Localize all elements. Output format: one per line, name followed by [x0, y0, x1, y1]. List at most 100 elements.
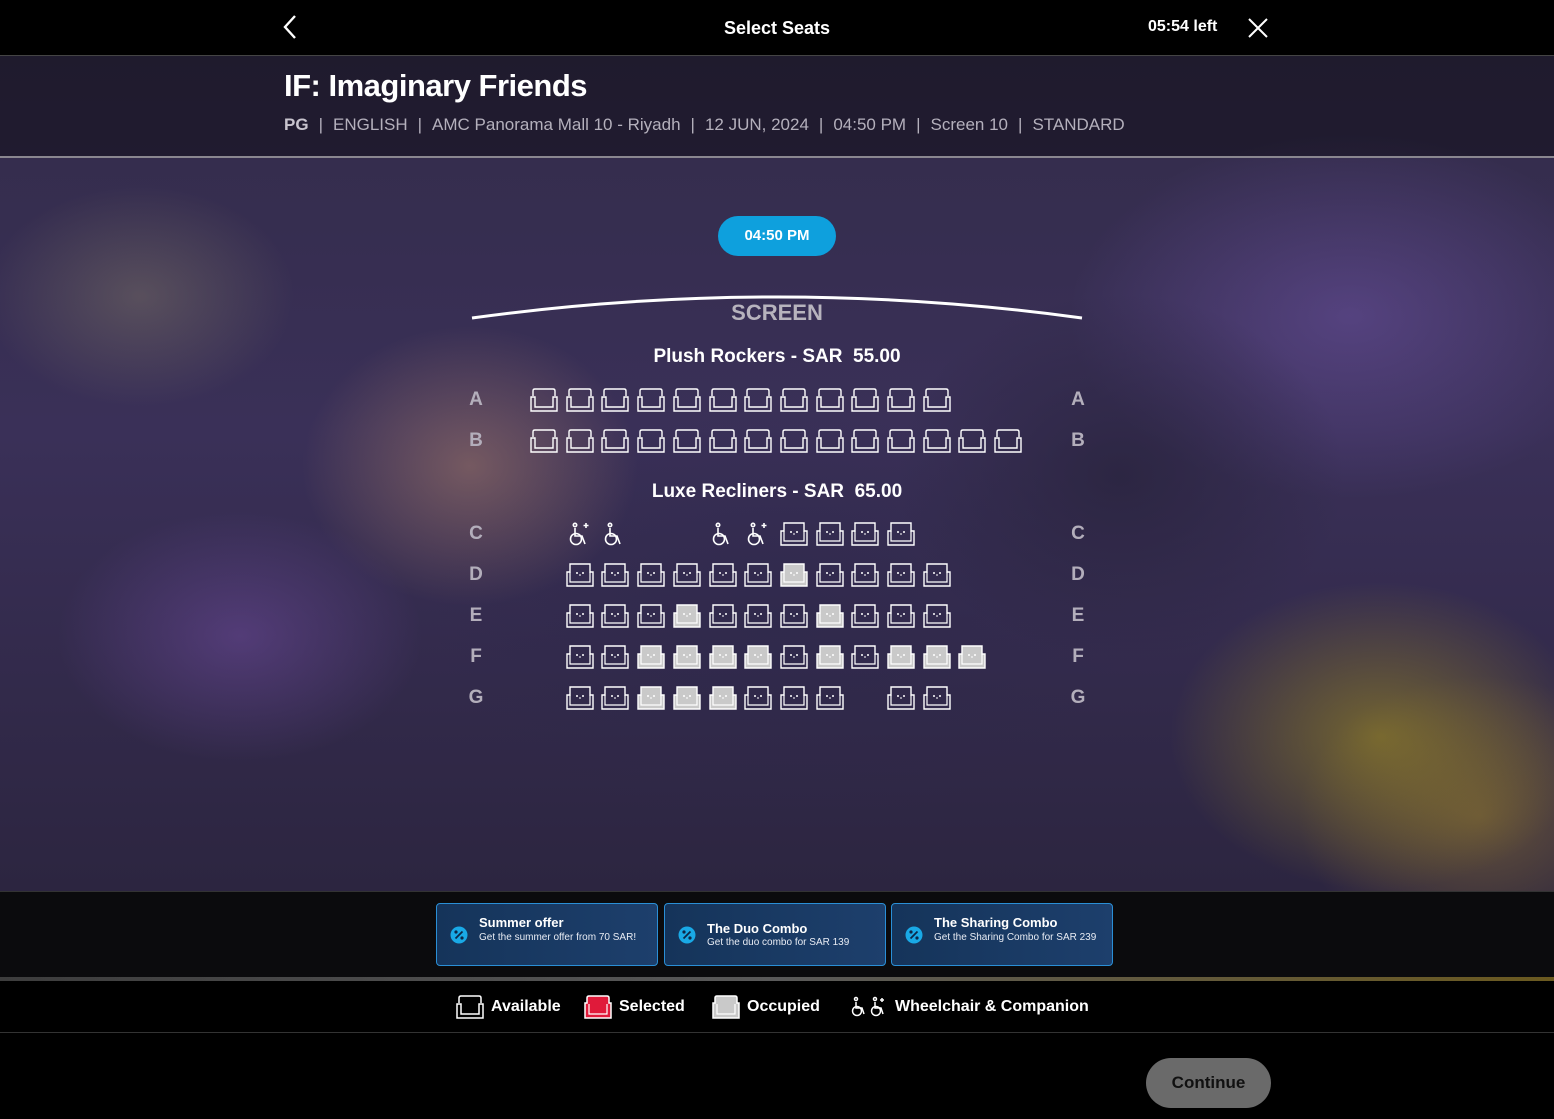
- row-label-left: E: [469, 605, 483, 626]
- seat-wheelchair-companion-C7[interactable]: [743, 521, 773, 547]
- offer-title: The Sharing Combo: [934, 915, 1058, 930]
- seat-available-A8[interactable]: [779, 387, 809, 413]
- seat-available-B6[interactable]: [708, 428, 738, 454]
- seat-available-B1[interactable]: [529, 428, 559, 454]
- seat-available-A12[interactable]: [922, 387, 952, 413]
- seat-icon: [780, 388, 808, 412]
- section-name: Luxe Recliners -: [651, 481, 804, 502]
- seat-icon: [601, 563, 629, 587]
- seat-available-C10[interactable]: [850, 521, 880, 547]
- seat-available-D9[interactable]: [815, 562, 845, 588]
- seat-available-E12[interactable]: [922, 603, 952, 629]
- seat-available-E10[interactable]: [850, 603, 880, 629]
- seat-available-A1[interactable]: [529, 387, 559, 413]
- wheelchair-icon: [604, 522, 621, 546]
- seat-available-B8[interactable]: [779, 428, 809, 454]
- seat-available-D10[interactable]: [850, 562, 880, 588]
- seat-available-G12[interactable]: [922, 685, 952, 711]
- seat-available-G9[interactable]: [815, 685, 845, 711]
- seat-occupied-F12: [922, 644, 952, 670]
- seat-icon: [851, 522, 879, 546]
- seat-available-D2[interactable]: [565, 562, 595, 588]
- seat-available-B9[interactable]: [815, 428, 845, 454]
- seat-occupied-F6: [708, 644, 738, 670]
- seat-icon: [816, 645, 844, 669]
- seat-available-A9[interactable]: [815, 387, 845, 413]
- seat-icon: [709, 563, 737, 587]
- seat-available-A7[interactable]: [743, 387, 773, 413]
- legend-selected: Selected: [583, 995, 685, 1019]
- seat-available-A11[interactable]: [886, 387, 916, 413]
- page-title: Select Seats: [723, 18, 831, 38]
- seat-available-A2[interactable]: [565, 387, 595, 413]
- offer-card-sharing-combo[interactable]: The Sharing Combo Get the Sharing Combo …: [891, 903, 1113, 966]
- seat-available-B14[interactable]: [993, 428, 1023, 454]
- seat-available-D12[interactable]: [922, 562, 952, 588]
- seat-available-A6[interactable]: [708, 387, 738, 413]
- continue-button[interactable]: Continue: [1146, 1058, 1271, 1108]
- seat-available-B3[interactable]: [600, 428, 630, 454]
- seat-available-D7[interactable]: [743, 562, 773, 588]
- seat-available-G2[interactable]: [565, 685, 595, 711]
- seat-available-B11[interactable]: [886, 428, 916, 454]
- seat-occupied-G6: [708, 685, 738, 711]
- seat-available-A4[interactable]: [636, 387, 666, 413]
- seat-wheelchair-companion-C2[interactable]: [565, 521, 595, 547]
- seat-available-B12[interactable]: [922, 428, 952, 454]
- seat-icon: [673, 686, 701, 710]
- section-name: Plush Rockers -: [653, 346, 803, 367]
- seat-icon: [851, 604, 879, 628]
- seat-available-C8[interactable]: [779, 521, 809, 547]
- seat-available-B2[interactable]: [565, 428, 595, 454]
- seat-available-D4[interactable]: [636, 562, 666, 588]
- seat-available-D6[interactable]: [708, 562, 738, 588]
- seat-available-E2[interactable]: [565, 603, 595, 629]
- seat-icon: [780, 686, 808, 710]
- seat-available-B10[interactable]: [850, 428, 880, 454]
- seat-available-F3[interactable]: [600, 644, 630, 670]
- seat-available-E11[interactable]: [886, 603, 916, 629]
- seat-icon: [601, 388, 629, 412]
- seat-available-B7[interactable]: [743, 428, 773, 454]
- offer-description: Get the duo combo for SAR 139: [707, 937, 850, 948]
- offer-card-summer[interactable]: Summer offer Get the summer offer from 7…: [436, 903, 658, 966]
- seat-occupied-F5: [672, 644, 702, 670]
- seat-icon: [923, 429, 951, 453]
- seat-available-G7[interactable]: [743, 685, 773, 711]
- seat-available-F2[interactable]: [565, 644, 595, 670]
- seat-available-E3[interactable]: [600, 603, 630, 629]
- seat-available-D5[interactable]: [672, 562, 702, 588]
- seat-available-D11[interactable]: [886, 562, 916, 588]
- seat-wheelchair-C6[interactable]: [708, 521, 738, 547]
- seat-available-B13[interactable]: [957, 428, 987, 454]
- offer-card-duo-combo[interactable]: The Duo Combo Get the duo combo for SAR …: [664, 903, 886, 966]
- seat-available-B5[interactable]: [672, 428, 702, 454]
- seat-available-D3[interactable]: [600, 562, 630, 588]
- seat-available-A5[interactable]: [672, 387, 702, 413]
- seat-available-A10[interactable]: [850, 387, 880, 413]
- seat-available-F8[interactable]: [779, 644, 809, 670]
- seat-icon: [887, 686, 915, 710]
- seat-available-E6[interactable]: [708, 603, 738, 629]
- seat-available-G11[interactable]: [886, 685, 916, 711]
- discount-icon: [905, 926, 923, 944]
- seat-available-G8[interactable]: [779, 685, 809, 711]
- seat-wheelchair-C3[interactable]: [600, 521, 630, 547]
- seat-available-C11[interactable]: [886, 521, 916, 547]
- seat-available-E8[interactable]: [779, 603, 809, 629]
- seat-icon: [673, 563, 701, 587]
- close-button[interactable]: [1246, 16, 1270, 40]
- movie-meta: PG | ENGLISH | AMC Panorama Mall 10 - Riyadh…: [284, 115, 1125, 134]
- seat-icon: [673, 604, 701, 628]
- seat-available-E7[interactable]: [743, 603, 773, 629]
- section-currency: SAR: [803, 481, 845, 502]
- row-label-left: C: [469, 523, 483, 544]
- seat-available-C9[interactable]: [815, 521, 845, 547]
- seat-available-B4[interactable]: [636, 428, 666, 454]
- seat-available-E4[interactable]: [636, 603, 666, 629]
- seat-available-F10[interactable]: [850, 644, 880, 670]
- seat-icon: [887, 522, 915, 546]
- seat-available-G3[interactable]: [600, 685, 630, 711]
- showtime-pill[interactable]: 04:50 PM: [718, 216, 836, 256]
- seat-available-A3[interactable]: [600, 387, 630, 413]
